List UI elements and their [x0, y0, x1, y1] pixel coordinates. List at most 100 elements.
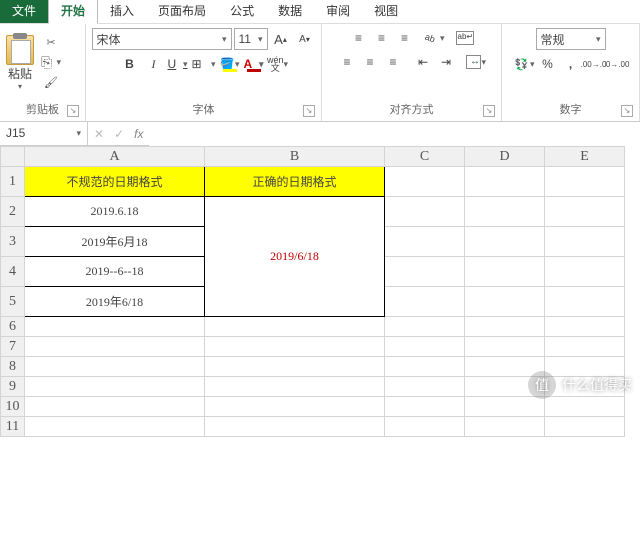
cell-c3[interactable] [385, 227, 465, 257]
cell-b10[interactable] [205, 397, 385, 417]
accounting-format-button[interactable] [514, 54, 536, 74]
cell-a1[interactable]: 不规范的日期格式 [25, 167, 205, 197]
name-box[interactable]: J15 [0, 122, 88, 146]
copy-button[interactable] [40, 54, 62, 72]
bold-button[interactable]: B [119, 54, 141, 74]
alignment-dialog-launcher[interactable]: ↘ [483, 105, 495, 117]
cell-a10[interactable] [25, 397, 205, 417]
percent-format-button[interactable] [537, 54, 559, 74]
cell-b7[interactable] [205, 337, 385, 357]
cell-e3[interactable] [545, 227, 625, 257]
cell-c7[interactable] [385, 337, 465, 357]
cell-c6[interactable] [385, 317, 465, 337]
cell-d5[interactable] [465, 287, 545, 317]
cut-button[interactable] [40, 34, 62, 52]
tab-data[interactable]: 数据 [266, 0, 314, 23]
col-header-b[interactable]: B [205, 147, 385, 167]
cell-a4[interactable]: 2019--6--18 [25, 257, 205, 287]
col-header-a[interactable]: A [25, 147, 205, 167]
cell-d4[interactable] [465, 257, 545, 287]
row-header-4[interactable]: 4 [1, 257, 25, 287]
cell-a7[interactable] [25, 337, 205, 357]
clipboard-dialog-launcher[interactable]: ↘ [67, 105, 79, 117]
align-top-button[interactable] [348, 28, 370, 48]
row-header-5[interactable]: 5 [1, 287, 25, 317]
cell-c11[interactable] [385, 417, 465, 437]
comma-format-button[interactable] [560, 54, 582, 74]
paste-button[interactable]: 粘贴 ▾ [4, 33, 36, 93]
cell-b1[interactable]: 正确的日期格式 [205, 167, 385, 197]
cell-a9[interactable] [25, 377, 205, 397]
select-all-corner[interactable] [1, 147, 25, 167]
tab-review[interactable]: 审阅 [314, 0, 362, 23]
cell-d7[interactable] [465, 337, 545, 357]
row-header-6[interactable]: 6 [1, 317, 25, 337]
increase-font-size-button[interactable] [270, 29, 292, 49]
phonetic-guide-button[interactable]: wén文 [267, 54, 289, 74]
cell-a2[interactable]: 2019.6.18 [25, 197, 205, 227]
cell-d10[interactable] [465, 397, 545, 417]
row-header-11[interactable]: 11 [1, 417, 25, 437]
tab-home[interactable]: 开始 [48, 0, 98, 24]
font-name-combo[interactable]: 宋体 [92, 28, 232, 50]
row-header-9[interactable]: 9 [1, 377, 25, 397]
tab-file[interactable]: 文件 [0, 0, 48, 23]
cell-e7[interactable] [545, 337, 625, 357]
cell-d2[interactable] [465, 197, 545, 227]
paste-dropdown[interactable]: ▾ [18, 82, 22, 91]
cell-d3[interactable] [465, 227, 545, 257]
confirm-icon[interactable]: ✓ [114, 127, 124, 141]
number-format-combo[interactable]: 常规 [536, 28, 606, 50]
cell-b9[interactable] [205, 377, 385, 397]
formula-input[interactable] [149, 122, 640, 146]
decrease-indent-button[interactable] [412, 52, 434, 72]
cell-d6[interactable] [465, 317, 545, 337]
cell-c2[interactable] [385, 197, 465, 227]
tab-insert[interactable]: 插入 [98, 0, 146, 23]
tab-formulas[interactable]: 公式 [218, 0, 266, 23]
cell-c8[interactable] [385, 357, 465, 377]
cell-e1[interactable] [545, 167, 625, 197]
cell-d1[interactable] [465, 167, 545, 197]
cell-d11[interactable] [465, 417, 545, 437]
cell-c9[interactable] [385, 377, 465, 397]
borders-button[interactable] [191, 54, 217, 74]
align-right-button[interactable] [382, 52, 404, 72]
cell-c10[interactable] [385, 397, 465, 417]
col-header-c[interactable]: C [385, 147, 465, 167]
align-bottom-button[interactable] [394, 28, 416, 48]
cell-c5[interactable] [385, 287, 465, 317]
cancel-icon[interactable]: ✕ [94, 127, 104, 141]
insert-function-button[interactable]: fx [134, 127, 143, 141]
increase-decimal-button[interactable] [583, 54, 605, 74]
decrease-decimal-button[interactable] [606, 54, 628, 74]
cell-e11[interactable] [545, 417, 625, 437]
col-header-d[interactable]: D [465, 147, 545, 167]
cell-a6[interactable] [25, 317, 205, 337]
decrease-font-size-button[interactable] [294, 29, 316, 49]
cell-c1[interactable] [385, 167, 465, 197]
cell-a3[interactable]: 2019年6月18 [25, 227, 205, 257]
underline-button[interactable]: U [167, 54, 189, 74]
align-middle-button[interactable] [371, 28, 393, 48]
wrap-text-button[interactable] [454, 28, 476, 48]
cell-e4[interactable] [545, 257, 625, 287]
orientation-button[interactable] [424, 28, 446, 48]
cell-e5[interactable] [545, 287, 625, 317]
cell-e2[interactable] [545, 197, 625, 227]
cell-a8[interactable] [25, 357, 205, 377]
row-header-7[interactable]: 7 [1, 337, 25, 357]
cell-a11[interactable] [25, 417, 205, 437]
align-left-button[interactable] [336, 52, 358, 72]
italic-button[interactable]: I [143, 54, 165, 74]
format-painter-button[interactable] [40, 74, 62, 92]
font-size-combo[interactable]: 11 [234, 28, 268, 50]
row-header-10[interactable]: 10 [1, 397, 25, 417]
row-header-1[interactable]: 1 [1, 167, 25, 197]
merge-cells-button[interactable] [465, 52, 487, 72]
cell-e6[interactable] [545, 317, 625, 337]
increase-indent-button[interactable] [435, 52, 457, 72]
fill-color-button[interactable]: 🪣 [219, 54, 241, 74]
cell-b11[interactable] [205, 417, 385, 437]
align-center-button[interactable] [359, 52, 381, 72]
